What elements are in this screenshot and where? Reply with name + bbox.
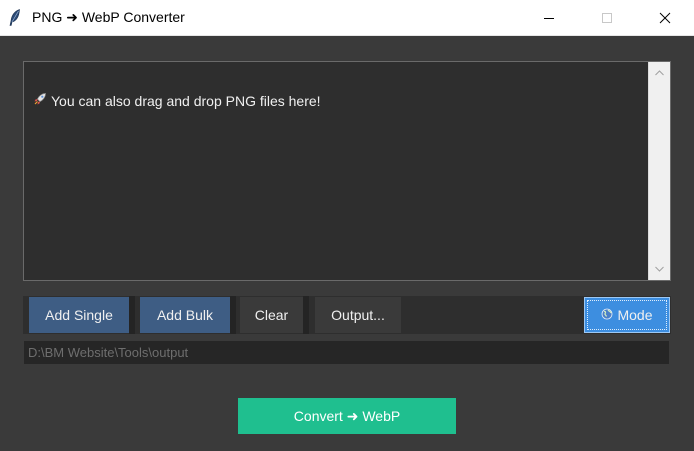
title-bar: PNG ➜ WebP Converter: [0, 0, 694, 36]
clear-button[interactable]: Clear: [240, 297, 303, 333]
window-controls: [520, 0, 694, 36]
chevron-up-icon: [655, 70, 664, 76]
chevron-down-icon: [655, 266, 664, 272]
convert-button[interactable]: Convert ➜ WebP: [238, 398, 456, 434]
output-path-field[interactable]: D:\BM Website\Tools\output: [24, 341, 669, 364]
output-button[interactable]: Output...: [315, 297, 401, 333]
main-area: You can also drag and drop PNG files her…: [0, 36, 694, 451]
close-button[interactable]: [636, 0, 694, 36]
window-title: PNG ➜ WebP Converter: [32, 9, 185, 25]
scroll-up-button[interactable]: [649, 64, 670, 82]
toolbar-separator: [129, 296, 135, 334]
close-icon: [659, 12, 671, 24]
mode-label: Mode: [617, 307, 653, 323]
globe-icon: [601, 307, 613, 323]
log-text: You can also drag and drop PNG files her…: [51, 92, 321, 109]
feather-icon: [9, 9, 23, 27]
add-single-button[interactable]: Add Single: [29, 297, 129, 333]
mode-button[interactable]: Mode: [584, 297, 670, 333]
toolbar-separator: [303, 296, 309, 334]
add-bulk-button[interactable]: Add Bulk: [140, 297, 230, 333]
vertical-scrollbar[interactable]: [648, 62, 670, 280]
maximize-button[interactable]: [578, 0, 636, 36]
maximize-icon: [602, 13, 612, 23]
scroll-down-button[interactable]: [649, 260, 670, 278]
log-line: You can also drag and drop PNG files her…: [33, 92, 321, 109]
minimize-button[interactable]: [520, 0, 578, 36]
minimize-icon: [544, 18, 554, 19]
toolbar-separator: [230, 296, 236, 334]
toolbar: Add Single Add Bulk Clear Output... Mode: [23, 296, 671, 334]
rocket-icon: [33, 92, 47, 109]
log-panel[interactable]: You can also drag and drop PNG files her…: [23, 61, 671, 281]
